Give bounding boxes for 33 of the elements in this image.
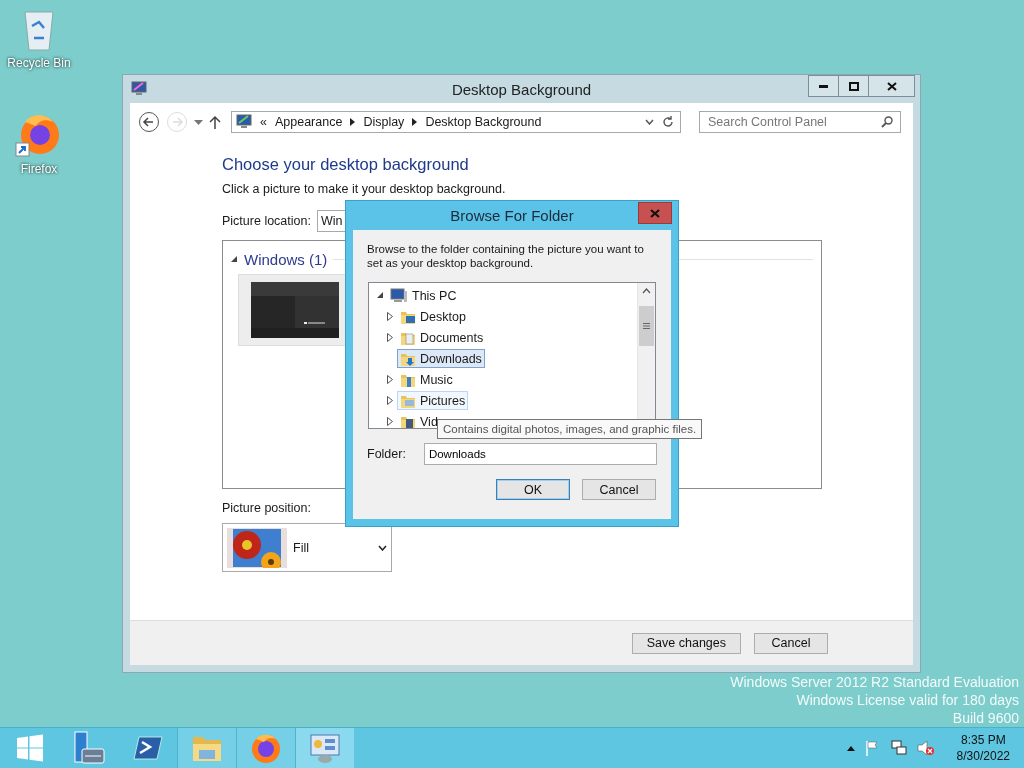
dialog-title: Browse For Folder <box>450 207 574 224</box>
folder-item[interactable]: Downloads <box>397 349 485 368</box>
clock-date[interactable]: 8/30/2022 <box>956 748 1010 764</box>
clock-time[interactable]: 8:35 PM <box>960 732 1006 748</box>
field-label: Picture location: <box>222 214 311 228</box>
folder-input[interactable]: Downloads <box>423 443 657 465</box>
picture-position-dropdown[interactable]: Fill <box>222 523 392 572</box>
address-bar[interactable]: « Appearance Display Desktop Background <box>231 111 681 133</box>
field-label: Picture position: <box>222 501 311 515</box>
group-header[interactable]: Windows (1) <box>244 251 328 268</box>
folder-item[interactable]: Music <box>397 370 456 389</box>
folder-item[interactable]: Pictures <box>397 391 469 410</box>
search-field[interactable]: Search Control Panel <box>699 111 901 133</box>
breadcrumb-overflow[interactable]: « <box>260 115 267 129</box>
field-label: Folder: <box>367 447 406 461</box>
footer-button[interactable]: Cancel <box>754 632 828 654</box>
breadcrumb-item[interactable]: Desktop Background <box>425 115 542 129</box>
dialog-button[interactable]: Cancel <box>582 479 656 500</box>
instruction-text: Browse to the folder containing the picture you want to set as your desktop background. <box>367 242 645 270</box>
dialog-button[interactable]: OK <box>496 479 570 500</box>
folder-item[interactable]: Desktop <box>397 307 469 326</box>
footer-button[interactable]: Save changes <box>631 632 741 654</box>
window-title: Desktop Background <box>451 80 592 98</box>
breadcrumb-item[interactable]: Display <box>363 115 405 129</box>
tooltip: Contains digital photos, images, and graphic files. <box>437 419 703 439</box>
license-text: Windows License valid for 180 days <box>796 692 1019 708</box>
folder-item[interactable]: Documents <box>397 328 487 347</box>
folder-item[interactable]: This PC <box>387 286 460 305</box>
instruction-text: Click a picture to make it your desktop background. <box>222 182 507 196</box>
license-text: Windows Server 2012 R2 Standard Evaluation <box>730 674 1019 690</box>
page-heading: Choose your desktop background <box>222 155 470 174</box>
breadcrumb-item[interactable]: Appearance <box>274 115 343 129</box>
license-text: Build 9600 <box>952 710 1019 726</box>
